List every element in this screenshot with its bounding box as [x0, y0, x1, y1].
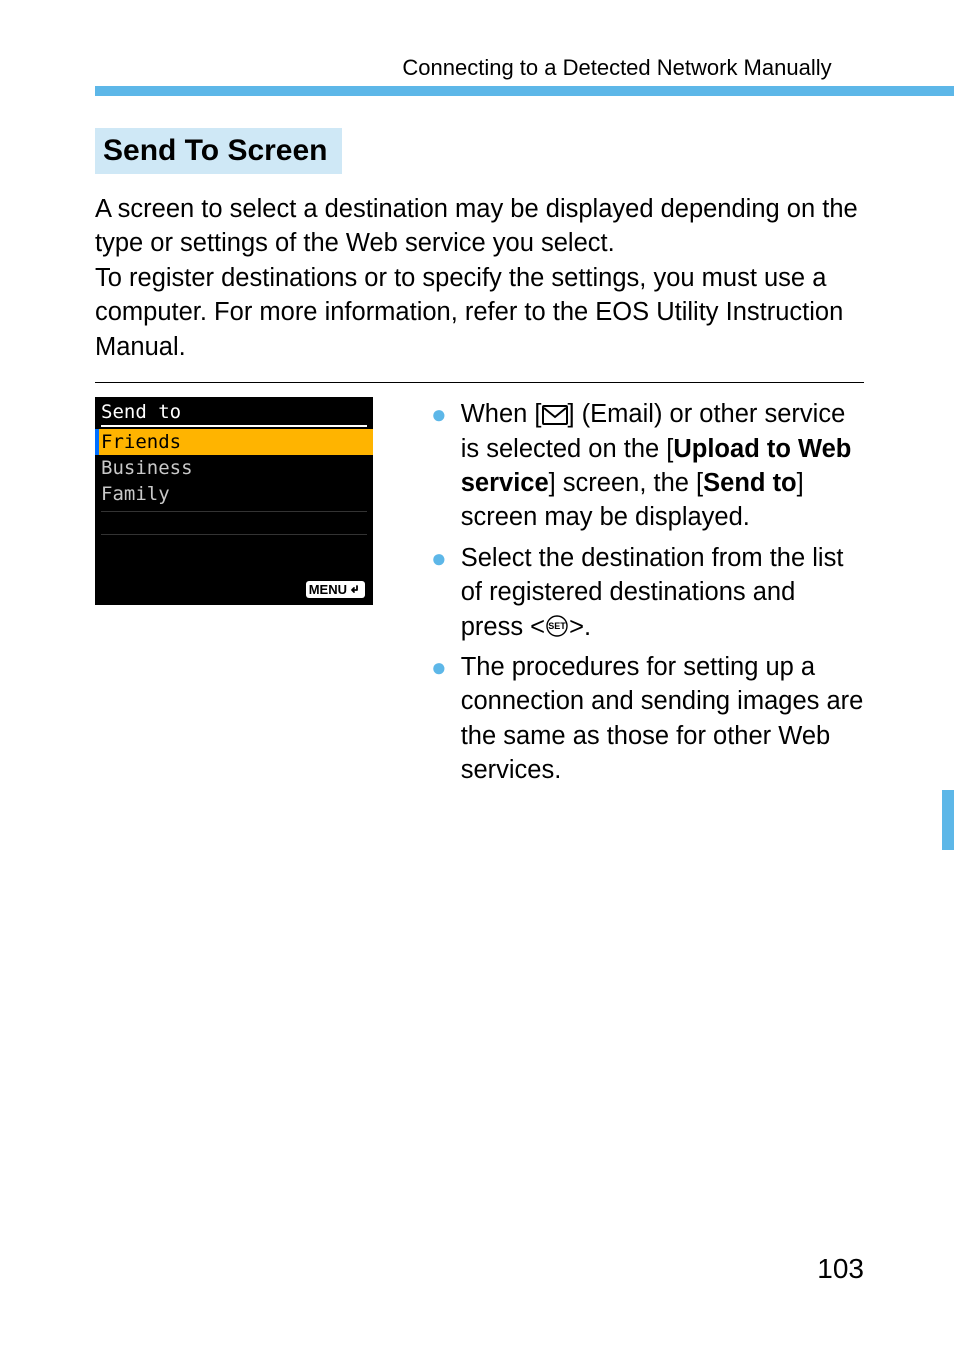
return-icon	[348, 584, 362, 596]
two-column-layout: Send to Friends Business Family MENU	[95, 397, 864, 794]
set-button-icon: SET	[545, 614, 569, 638]
bullet-dot-icon: ●	[431, 397, 447, 535]
camera-screen-title: Send to	[95, 397, 373, 425]
camera-screen: Send to Friends Business Family MENU	[95, 397, 373, 605]
list-item: Business	[95, 455, 373, 481]
menu-badge: MENU	[306, 581, 365, 598]
bullet-item: ● When [] (Email) or other service is se…	[429, 397, 864, 535]
header-rule	[95, 86, 954, 96]
bullet-item: ● The procedures for setting up a connec…	[429, 650, 864, 788]
menu-label: MENU	[309, 582, 347, 597]
section-heading: Send To Screen	[95, 128, 342, 174]
bullet-dot-icon: ●	[431, 541, 447, 644]
bullet-dot-icon: ●	[431, 650, 447, 788]
running-header: Connecting to a Detected Network Manuall…	[0, 55, 954, 81]
camera-screenshot: Send to Friends Business Family MENU	[95, 397, 373, 794]
intro-paragraph: A screen to select a destination may be …	[95, 192, 864, 364]
camera-list-divider	[101, 511, 367, 512]
svg-text:SET: SET	[548, 621, 566, 631]
text-bold-fragment: Send to	[703, 469, 797, 497]
side-thumb-tab	[942, 790, 954, 850]
camera-title-underline	[101, 425, 367, 427]
text-fragment: When [	[461, 400, 542, 428]
bullet-list: ● When [] (Email) or other service is se…	[429, 397, 864, 794]
text-fragment: Select the destination from the list of …	[461, 544, 844, 641]
text-fragment: >.	[569, 613, 591, 641]
camera-list-divider	[101, 534, 367, 535]
page-content: Send To Screen A screen to select a dest…	[95, 128, 864, 794]
page-number: 103	[817, 1253, 864, 1285]
bullet-text: The procedures for setting up a connecti…	[461, 650, 864, 788]
bullet-text: Select the destination from the list of …	[461, 541, 864, 644]
bullet-item: ● Select the destination from the list o…	[429, 541, 864, 644]
email-icon	[542, 405, 568, 425]
section-divider	[95, 382, 864, 383]
list-item: Friends	[95, 429, 373, 455]
camera-menu-indicator: MENU	[306, 577, 365, 599]
text-fragment: ] screen, the [	[549, 469, 704, 497]
list-item: Family	[95, 481, 373, 507]
bullet-text: When [] (Email) or other service is sele…	[461, 397, 864, 535]
